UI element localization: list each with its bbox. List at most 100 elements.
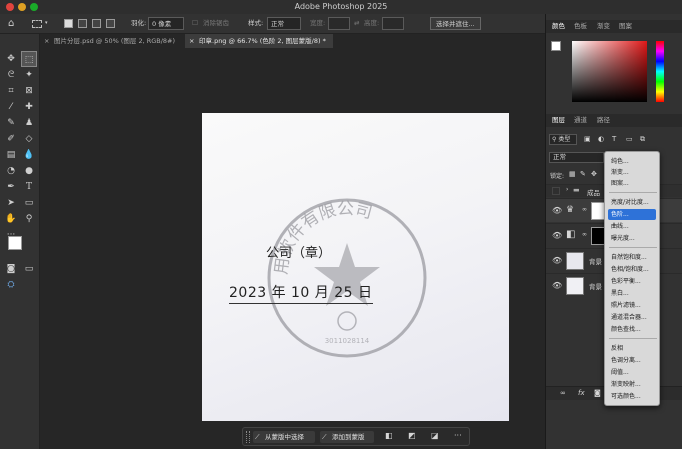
tab-swatches[interactable]: 色板 [574,20,587,33]
menu-item-pattern[interactable]: 图案... [610,178,658,189]
height-input[interactable] [382,17,404,30]
fg-swatch[interactable] [551,41,561,51]
history-brush-icon[interactable]: ✐ [3,131,19,147]
tab-color[interactable]: 颜色 [552,20,565,33]
menu-item-color-lookup[interactable]: 颜色查找... [610,324,658,335]
select-and-mask-button[interactable]: 选择并遮住... [430,17,481,30]
path-select-icon[interactable]: ➤ [3,195,19,211]
eye-icon[interactable]: 👁 [552,206,562,215]
magic-wand-icon[interactable]: ✦ [21,67,37,83]
menu-item-threshold[interactable]: 阈值... [610,367,658,378]
lasso-tool-icon[interactable]: ᘓ [3,67,19,83]
foreground-color-swatch[interactable] [8,236,22,250]
layer-kind-filter[interactable]: ⚲ 类型 [549,134,577,145]
zoom-tool-icon[interactable]: ⚲ [21,211,37,227]
eye-icon[interactable]: 👁 [552,256,562,265]
tab-close-icon[interactable]: × [189,34,194,48]
menu-item-posterize[interactable]: 色调分离... [610,355,658,366]
menu-item-levels[interactable]: 色阶... [608,209,656,220]
sponge-tool-icon[interactable]: ● [21,163,37,179]
share-icon[interactable]: ⛭ [3,277,19,293]
dodge-tool-icon[interactable]: ◔ [3,163,19,179]
color-picker-field[interactable] [572,41,647,102]
healing-brush-icon[interactable]: ✚ [21,99,37,115]
drag-handle-icon[interactable] [246,431,250,443]
add-selection-icon[interactable] [78,19,87,28]
clone-stamp-icon[interactable]: ♟ [21,115,37,131]
filter-shape-icon[interactable]: ▭ [626,135,633,143]
marquee-tool-icon[interactable] [32,20,42,28]
menu-item-selective-color[interactable]: 可选颜色... [610,391,658,402]
hue-slider[interactable] [656,41,664,102]
tab-image-layers[interactable]: × 图片分层.psd @ 50% (图层 2, RGB/8#) [40,34,185,48]
menu-item-hue-saturation[interactable]: 色相/饱和度... [610,264,658,275]
chevron-right-icon[interactable]: › [566,186,568,193]
hand-tool-icon[interactable]: ✋ [3,211,19,227]
eye-icon[interactable]: 👁 [552,281,562,290]
menu-item-gradient-map[interactable]: 渐变映射... [610,379,658,390]
menu-item-photo-filter[interactable]: 照片滤镜... [610,300,658,311]
move-tool-icon[interactable]: ✥ [3,51,19,67]
width-input[interactable] [328,17,350,30]
mask-feather-icon[interactable]: ◪ [431,431,439,440]
eyedropper-icon[interactable]: ⁄ [3,99,19,115]
antialias-checkbox[interactable]: ☐ [192,17,198,30]
select-from-mask-button[interactable]: ⟋ 从蒙版中选择 [253,431,315,443]
menu-item-gradient[interactable]: 渐变... [610,167,658,178]
menu-item-invert[interactable]: 反相 [610,343,658,354]
tab-paths[interactable]: 路径 [597,114,610,127]
menu-item-brightness-contrast[interactable]: 亮度/对比度... [610,197,658,208]
menu-item-channel-mixer[interactable]: 通道混合器... [610,312,658,323]
crop-tool-icon[interactable]: ⌗ [3,83,19,99]
blend-mode-select[interactable]: 正常 [549,152,604,163]
tab-patterns[interactable]: 图案 [619,20,632,33]
lock-brush-icon[interactable]: ✎ [580,170,586,178]
lock-move-icon[interactable]: ✥ [591,170,597,178]
more-options-icon[interactable]: ··· [454,431,462,440]
mask-options-icon[interactable]: ◩ [408,431,416,440]
gradient-tool-icon[interactable]: ▤ [3,147,19,163]
menu-item-color-balance[interactable]: 色彩平衡... [610,276,658,287]
link-layers-icon[interactable]: ∞ [560,389,566,397]
filter-pixel-icon[interactable]: ▣ [584,135,591,143]
type-tool-icon[interactable]: T [21,179,37,195]
feather-input[interactable]: 0 像素 [148,17,184,30]
filter-adjust-icon[interactable]: ◐ [598,135,604,143]
eye-icon[interactable]: 👁 [552,231,562,240]
rectangle-tool-icon[interactable]: ▭ [21,195,37,211]
tab-gradients[interactable]: 渐变 [597,20,610,33]
menu-item-exposure[interactable]: 曝光度... [610,233,658,244]
home-icon[interactable]: ⌂ [8,17,14,30]
chevron-down-icon[interactable]: ▾ [45,17,48,30]
lock-transparent-icon[interactable]: ▦ [569,170,576,178]
add-mask-icon[interactable]: ◙ [594,389,601,397]
blur-tool-icon[interactable]: 💧 [21,147,37,163]
invert-mask-icon[interactable]: ◧ [385,431,393,440]
tab-stamp[interactable]: × 印章.png @ 66.7% (色阶 2, 图层蒙版/8) * [185,34,333,48]
menu-item-black-white[interactable]: 黑白... [610,288,658,299]
filter-smart-icon[interactable]: ⧉ [640,135,645,144]
quick-mask-icon[interactable]: ◙ [3,261,19,277]
visibility-toggle[interactable] [552,187,560,195]
document-canvas[interactable]: 用软件有限公司 3011028114 公司（章） 2023 年 10 月 25 … [202,113,509,421]
filter-type-icon[interactable]: T [612,135,616,143]
frame-tool-icon[interactable]: ⊠ [21,83,37,99]
style-select[interactable]: 正常 [267,17,301,30]
rect-marquee-tool-icon[interactable]: ⬚ [21,51,37,67]
menu-item-solid-color[interactable]: 纯色... [610,156,658,167]
fx-icon[interactable]: fx [578,389,585,397]
pen-tool-icon[interactable]: ✒ [3,179,19,195]
screen-mode-icon[interactable]: ▭ [21,261,37,277]
menu-item-curves[interactable]: 曲线... [610,221,658,232]
subtract-selection-icon[interactable] [92,19,101,28]
tab-layers[interactable]: 图层 [552,114,565,127]
tab-close-icon[interactable]: × [44,34,49,48]
intersect-selection-icon[interactable] [106,19,115,28]
menu-item-vibrance[interactable]: 自然饱和度... [610,252,658,263]
add-to-mask-button[interactable]: ⟋ 添加到蒙版 [320,431,374,443]
eraser-icon[interactable]: ◇ [21,131,37,147]
swap-icon[interactable]: ⇄ [354,17,359,30]
tab-channels[interactable]: 通道 [574,114,587,127]
brush-tool-icon[interactable]: ✎ [3,115,19,131]
new-selection-icon[interactable] [64,19,73,28]
